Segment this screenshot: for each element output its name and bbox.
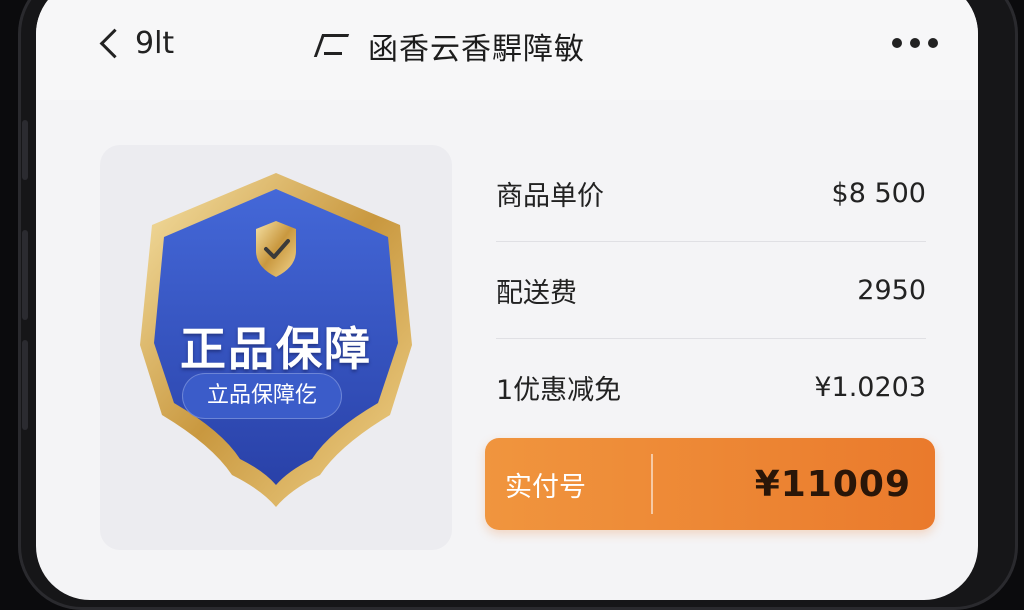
total-value: ¥11009 [754, 463, 911, 505]
price-row-shipping: 配送费 2950 [496, 242, 926, 339]
page-title: 函香云香駻障敏 [368, 32, 585, 67]
volume-down-button [22, 340, 28, 430]
more-dot-icon [928, 38, 938, 48]
more-dot-icon [892, 38, 902, 48]
title-icon [316, 32, 346, 60]
volume-up-button [22, 230, 28, 320]
total-label: 实付号 [505, 471, 586, 503]
page-title-group: 函香云香駻障敏 [316, 24, 585, 68]
navigation-bar: 9lt 函香云香駻障敏 [36, 0, 978, 100]
total-payment-bar[interactable]: 实付号 ¥11009 [485, 438, 935, 530]
badge-title: 正品保障 [180, 322, 372, 376]
authenticity-badge-card: 正品保障 立品保障仡 [100, 145, 452, 550]
row-value: ¥1.0203 [814, 371, 926, 403]
row-value: 2950 [857, 274, 926, 306]
price-breakdown: 商品单价 $8 500 配送费 2950 1优惠减免 ¥1.0203 [496, 145, 926, 435]
more-options-button[interactable] [892, 38, 938, 48]
back-button[interactable]: 9lt [99, 26, 175, 61]
price-row-unit-price: 商品单价 $8 500 [496, 145, 926, 242]
row-value: $8 500 [831, 177, 926, 209]
badge-subtitle: 立品保障仡 [182, 373, 342, 419]
row-label: 1优惠减免 [496, 374, 622, 406]
row-label: 商品单价 [496, 180, 604, 212]
more-dot-icon [910, 38, 920, 48]
price-row-discount: 1优惠减免 ¥1.0203 [496, 339, 926, 435]
side-button [22, 120, 28, 180]
back-label: 9lt [135, 26, 175, 61]
chevron-left-icon [99, 28, 130, 59]
screen: 9lt 函香云香駻障敏 正品保障 立品保障仡 商品单价 $8 500 配送费 2… [36, 0, 978, 600]
row-label: 配送费 [496, 277, 577, 309]
